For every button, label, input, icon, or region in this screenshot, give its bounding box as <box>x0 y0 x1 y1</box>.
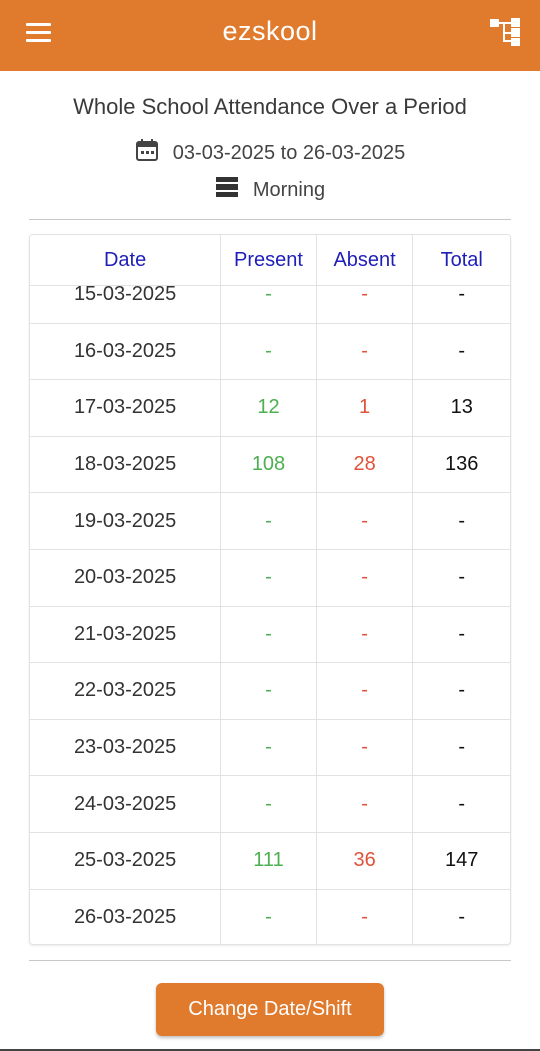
absent-cell: - <box>317 606 414 663</box>
table-body[interactable]: 15-03-2025- - -16-03-2025- - -17-03-2025 12 1 1… <box>30 286 510 944</box>
present-cell: - <box>221 493 317 549</box>
present-cell: - <box>221 889 317 944</box>
header-total: Total <box>440 248 483 271</box>
absent-cell: - <box>317 663 414 719</box>
date-range-text: 03-03-2025 to 26-03-2025 <box>172 141 406 164</box>
date-cell: 23-03-2025 <box>30 719 222 776</box>
header-absent: Absent <box>317 235 414 285</box>
absent-cell: 28 <box>317 436 414 493</box>
change-date-shift-button[interactable]: Change Date/Shift <box>156 983 384 1036</box>
absent-cell: 36 <box>317 832 414 889</box>
table-row: 16-03-2025- - - <box>30 323 510 381</box>
total-cell: - <box>458 339 466 362</box>
divider-top <box>29 219 511 220</box>
present-cell: 108 <box>221 436 317 493</box>
absent-cell: - <box>317 493 414 549</box>
total-cell: - <box>458 509 466 532</box>
shift-icon <box>215 176 239 204</box>
table-row: 26-03-2025- - - <box>30 889 510 944</box>
date-cell: 21-03-2025 <box>30 606 222 663</box>
app-title: ezskool <box>222 16 318 46</box>
date-cell: 17-03-2025 <box>30 380 222 436</box>
date-cell: 18-03-2025 <box>30 436 222 493</box>
table-row: 15-03-2025- - - <box>30 286 510 324</box>
table-row: 22-03-2025- - - <box>30 663 510 720</box>
date-cell: 20-03-2025 <box>30 549 222 606</box>
absent-cell: - <box>317 776 414 832</box>
date-cell: 25-03-2025 <box>30 832 222 889</box>
present-cell: - <box>221 663 317 719</box>
page-title: Whole School Attendance Over a Period <box>73 94 467 119</box>
present-cell: - <box>221 286 317 323</box>
divider-bottom <box>29 960 511 961</box>
attendance-table[interactable]: Date Present Absent Total 15-03-2025- - -1… <box>29 234 511 945</box>
absent-cell: 1 <box>317 380 414 436</box>
date-cell: 15-03-2025 <box>30 286 222 323</box>
table-row: 18-03-2025 108 28 136 <box>30 436 510 494</box>
present-cell: 12 <box>221 380 317 436</box>
absent-cell: - <box>317 286 414 323</box>
date-cell: 24-03-2025 <box>30 776 222 832</box>
hierarchy-tree-icon[interactable] <box>488 17 522 47</box>
table-row: 19-03-2025- - - <box>30 493 510 550</box>
table-row: 25-03-2025 111 36 147 <box>30 832 510 890</box>
date-cell: 16-03-2025 <box>30 323 222 380</box>
present-cell: - <box>221 719 317 776</box>
absent-cell: - <box>317 549 414 606</box>
table-row: 17-03-2025 12 1 13 <box>30 380 510 437</box>
present-cell: 111 <box>221 832 317 889</box>
table-row: 21-03-2025- - - <box>30 606 510 664</box>
absent-cell: - <box>317 719 414 776</box>
header-date: Date <box>30 235 222 285</box>
total-cell: - <box>458 792 466 815</box>
total-cell: - <box>458 736 466 759</box>
app-bar: ezskool <box>0 0 540 71</box>
calendar-icon <box>135 138 159 168</box>
total-cell: - <box>458 679 466 702</box>
present-cell: - <box>221 549 317 606</box>
total-cell: 136 <box>445 453 479 476</box>
present-cell: - <box>221 606 317 663</box>
table-row: 24-03-2025- - - <box>30 776 510 833</box>
table-row: 20-03-2025- - - <box>30 549 510 607</box>
present-cell: - <box>221 323 317 380</box>
total-cell: 147 <box>445 849 479 872</box>
date-range-row: 03-03-2025 to 26-03-2025 <box>0 138 540 168</box>
date-cell: 19-03-2025 <box>30 493 222 549</box>
total-cell: 13 <box>450 396 473 419</box>
table-header: Date Present Absent Total <box>30 235 510 286</box>
absent-cell: - <box>317 323 414 380</box>
date-cell: 22-03-2025 <box>30 663 222 719</box>
total-cell: - <box>458 286 466 306</box>
shift-row: Morning <box>0 177 540 203</box>
present-cell: - <box>221 776 317 832</box>
shift-text: Morning <box>252 178 326 201</box>
total-cell: - <box>458 906 466 929</box>
absent-cell: - <box>317 889 414 944</box>
total-cell: - <box>458 622 466 645</box>
date-cell: 26-03-2025 <box>30 889 222 944</box>
table-row: 23-03-2025- - - <box>30 719 510 777</box>
total-cell: - <box>458 566 466 589</box>
header-present: Present <box>221 235 317 285</box>
